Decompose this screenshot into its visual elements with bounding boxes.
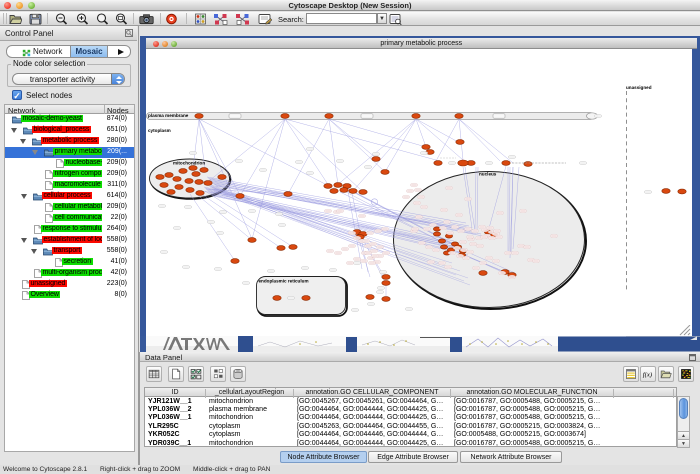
svg-text:cytoplasm: cytoplasm [148,128,171,133]
svg-text:unassigned: unassigned [626,85,652,90]
svg-text:endoplasmic reticulum: endoplasmic reticulum [258,279,308,284]
svg-text:nucleus: nucleus [479,172,497,177]
svg-text:f(x): f(x) [643,372,653,379]
svg-text:plasma membrane: plasma membrane [148,113,189,118]
svg-text:mitochondrion: mitochondrion [173,161,205,166]
